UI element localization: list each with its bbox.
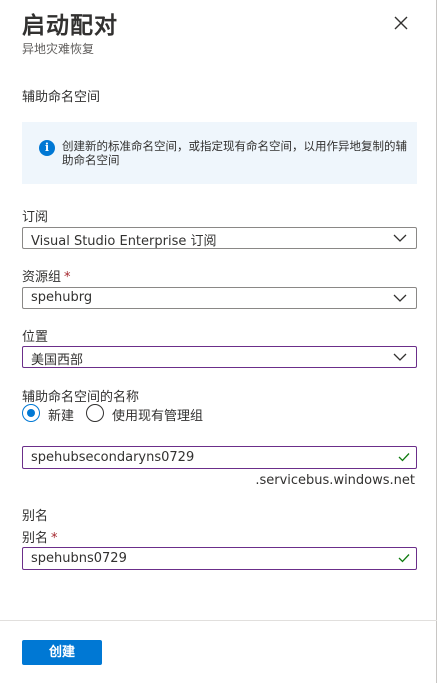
subscription-label: 订阅 xyxy=(22,210,49,225)
location-value: 美国西部 xyxy=(31,353,84,368)
resource-group-value: spehubrg xyxy=(31,290,93,305)
page-subtitle: 异地灾难恢复 xyxy=(22,42,95,56)
chevron-down-icon xyxy=(393,294,407,302)
alias-label-text: 别名 xyxy=(22,531,49,546)
namespace-name-value: spehubsecondaryns0729 xyxy=(31,450,195,465)
pairing-panel: 启动配对 异地灾难恢复 辅助命名空间 i 创建新的标准命名空间，或指定现有命名空… xyxy=(0,0,437,683)
page-title: 启动配对 xyxy=(22,13,118,39)
chevron-down-icon xyxy=(393,234,407,242)
subscription-value: Visual Studio Enterprise 订阅 xyxy=(31,234,217,249)
required-marker: * xyxy=(51,531,58,546)
subscription-dropdown[interactable]: Visual Studio Enterprise 订阅 xyxy=(22,227,417,249)
chevron-down-icon xyxy=(393,353,407,361)
resource-group-dropdown[interactable]: spehubrg xyxy=(22,287,417,309)
location-label: 位置 xyxy=(22,330,49,345)
info-icon: i xyxy=(39,140,55,156)
resource-group-label: 资源组 * xyxy=(22,266,71,285)
namespace-suffix: .servicebus.windows.net xyxy=(255,473,415,488)
close-icon[interactable] xyxy=(390,12,412,34)
alias-input[interactable]: spehubns0729 xyxy=(22,547,417,570)
checkmark-icon xyxy=(398,453,410,462)
info-text: 创建新的标准命名空间，或指定现有命名空间，以用作异地复制的辅助命名空间 xyxy=(62,139,407,167)
radio-new[interactable] xyxy=(22,404,40,422)
resource-group-label-text: 资源组 xyxy=(22,270,62,285)
section-title: 辅助命名空间 xyxy=(22,90,101,105)
radio-existing[interactable] xyxy=(86,404,104,422)
checkmark-icon xyxy=(398,554,410,563)
footer-divider xyxy=(0,620,437,621)
alias-label: 别名 * xyxy=(22,527,58,546)
namespace-name-label: 辅助命名空间的名称 xyxy=(22,390,140,405)
namespace-name-input[interactable]: spehubsecondaryns0729 xyxy=(22,446,417,469)
info-banner: i 创建新的标准命名空间，或指定现有命名空间，以用作异地复制的辅助命名空间 xyxy=(22,122,417,184)
location-dropdown[interactable]: 美国西部 xyxy=(22,346,417,368)
alias-value: spehubns0729 xyxy=(31,551,127,566)
alias-section-title: 别名 xyxy=(22,509,49,524)
create-button[interactable]: 创建 xyxy=(22,640,102,665)
radio-existing-label[interactable]: 使用现有管理组 xyxy=(112,405,203,424)
radio-new-label[interactable]: 新建 xyxy=(48,405,74,424)
required-marker: * xyxy=(64,270,71,285)
